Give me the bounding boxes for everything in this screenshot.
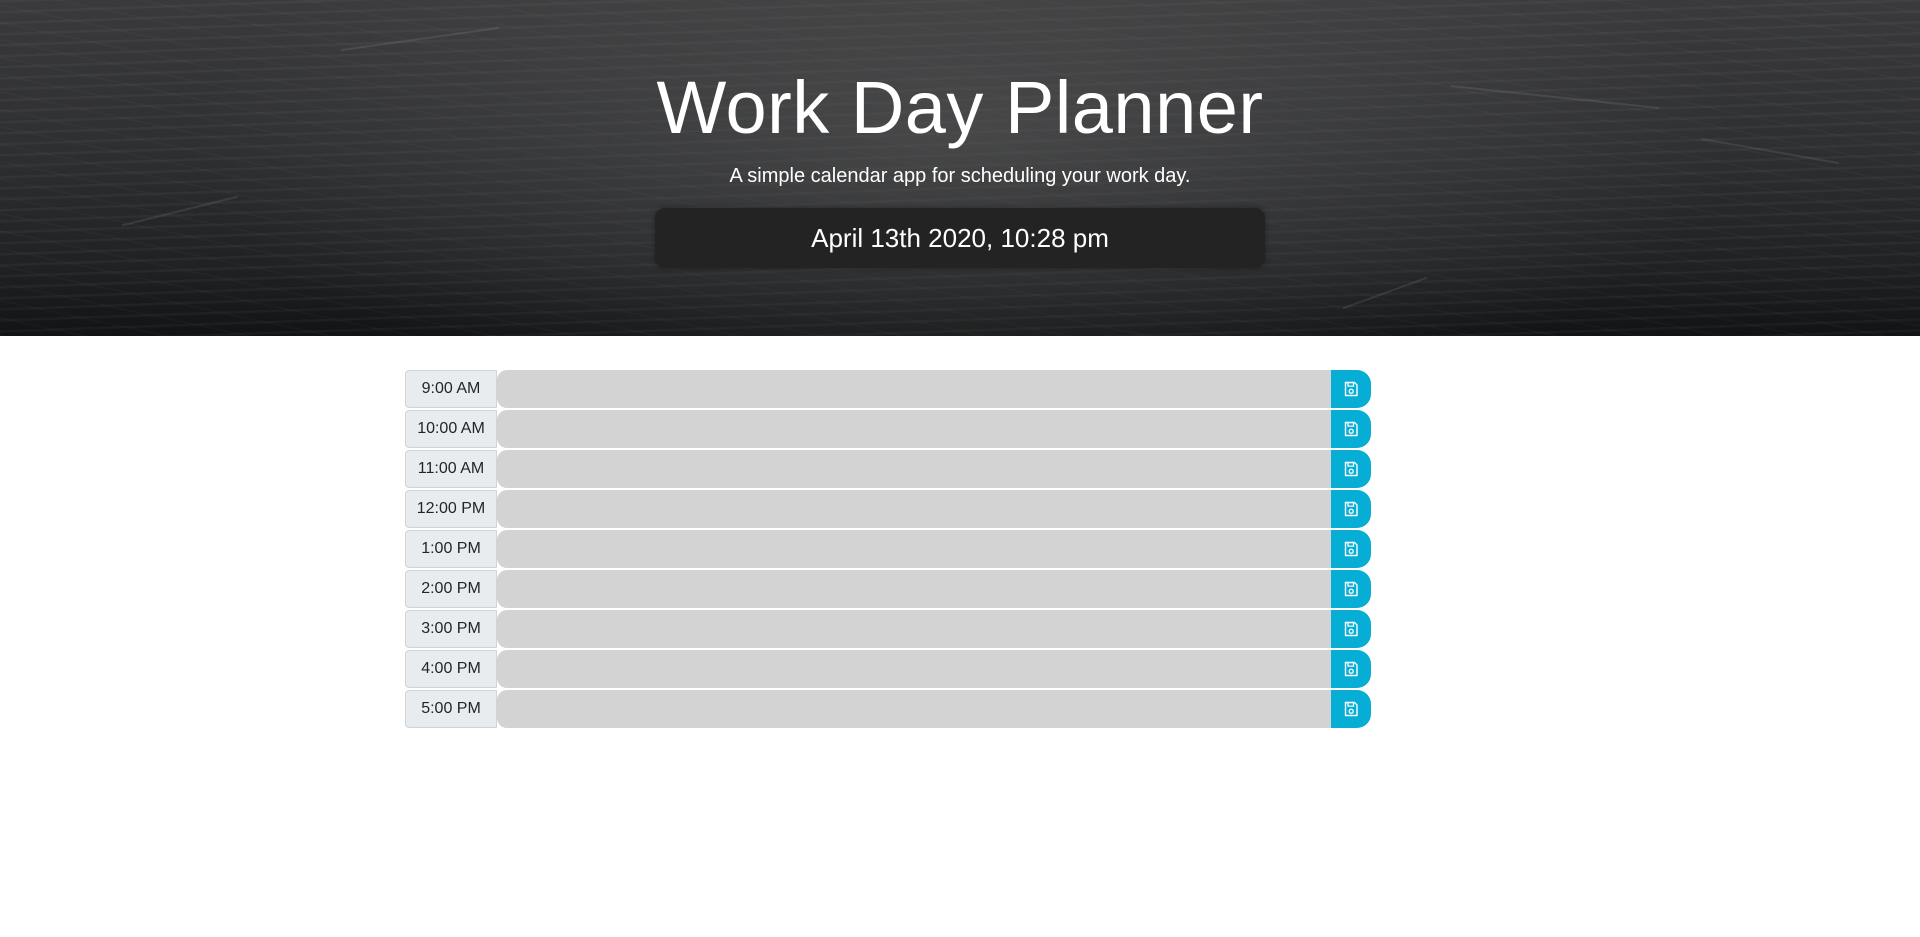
- save-button[interactable]: [1331, 370, 1371, 408]
- time-block-row: 12:00 PM: [405, 490, 1371, 528]
- hour-label: 11:00 AM: [405, 450, 497, 488]
- save-button[interactable]: [1331, 450, 1371, 488]
- time-block-row: 11:00 AM: [405, 450, 1371, 488]
- event-description-input[interactable]: [497, 370, 1331, 408]
- floppy-disk-icon: [1344, 461, 1358, 477]
- event-description-input[interactable]: [497, 410, 1331, 448]
- texture-scratch: [1342, 276, 1428, 310]
- hour-label: 3:00 PM: [405, 610, 497, 648]
- floppy-disk-icon: [1344, 421, 1358, 437]
- event-description-input[interactable]: [497, 690, 1331, 728]
- planner-container: 9:00 AM 10:00 AM 11:00 AM 12:00 PM 1:00 PM 2:…: [405, 370, 1371, 730]
- time-block-row: 3:00 PM: [405, 610, 1371, 648]
- save-button[interactable]: [1331, 410, 1371, 448]
- hour-label: 1:00 PM: [405, 530, 497, 568]
- texture-scratch: [121, 195, 239, 227]
- hour-label: 2:00 PM: [405, 570, 497, 608]
- hour-label: 10:00 AM: [405, 410, 497, 448]
- floppy-disk-icon: [1344, 701, 1358, 717]
- save-button[interactable]: [1331, 490, 1371, 528]
- save-button[interactable]: [1331, 570, 1371, 608]
- save-button[interactable]: [1331, 610, 1371, 648]
- time-block-row: 5:00 PM: [405, 690, 1371, 728]
- event-description-input[interactable]: [497, 610, 1331, 648]
- hour-label: 9:00 AM: [405, 370, 497, 408]
- floppy-disk-icon: [1344, 381, 1358, 397]
- floppy-disk-icon: [1344, 541, 1358, 557]
- page-subtitle: A simple calendar app for scheduling you…: [729, 165, 1191, 187]
- time-block-row: 4:00 PM: [405, 650, 1371, 688]
- hour-label: 5:00 PM: [405, 690, 497, 728]
- event-description-input[interactable]: [497, 650, 1331, 688]
- hour-label: 4:00 PM: [405, 650, 497, 688]
- current-day-display: April 13th 2020, 10:28 pm: [655, 208, 1265, 268]
- time-block-row: 9:00 AM: [405, 370, 1371, 408]
- time-block-row: 1:00 PM: [405, 530, 1371, 568]
- hour-label: 12:00 PM: [405, 490, 497, 528]
- save-button[interactable]: [1331, 690, 1371, 728]
- save-button[interactable]: [1331, 530, 1371, 568]
- event-description-input[interactable]: [497, 450, 1331, 488]
- page-title: Work Day Planner: [656, 66, 1264, 149]
- header-banner: Work Day Planner A simple calendar app f…: [0, 0, 1920, 336]
- floppy-disk-icon: [1344, 621, 1358, 637]
- event-description-input[interactable]: [497, 490, 1331, 528]
- event-description-input[interactable]: [497, 530, 1331, 568]
- time-block-row: 10:00 AM: [405, 410, 1371, 448]
- floppy-disk-icon: [1344, 501, 1358, 517]
- event-description-input[interactable]: [497, 570, 1331, 608]
- save-button[interactable]: [1331, 650, 1371, 688]
- floppy-disk-icon: [1344, 581, 1358, 597]
- floppy-disk-icon: [1344, 661, 1358, 677]
- time-block-row: 2:00 PM: [405, 570, 1371, 608]
